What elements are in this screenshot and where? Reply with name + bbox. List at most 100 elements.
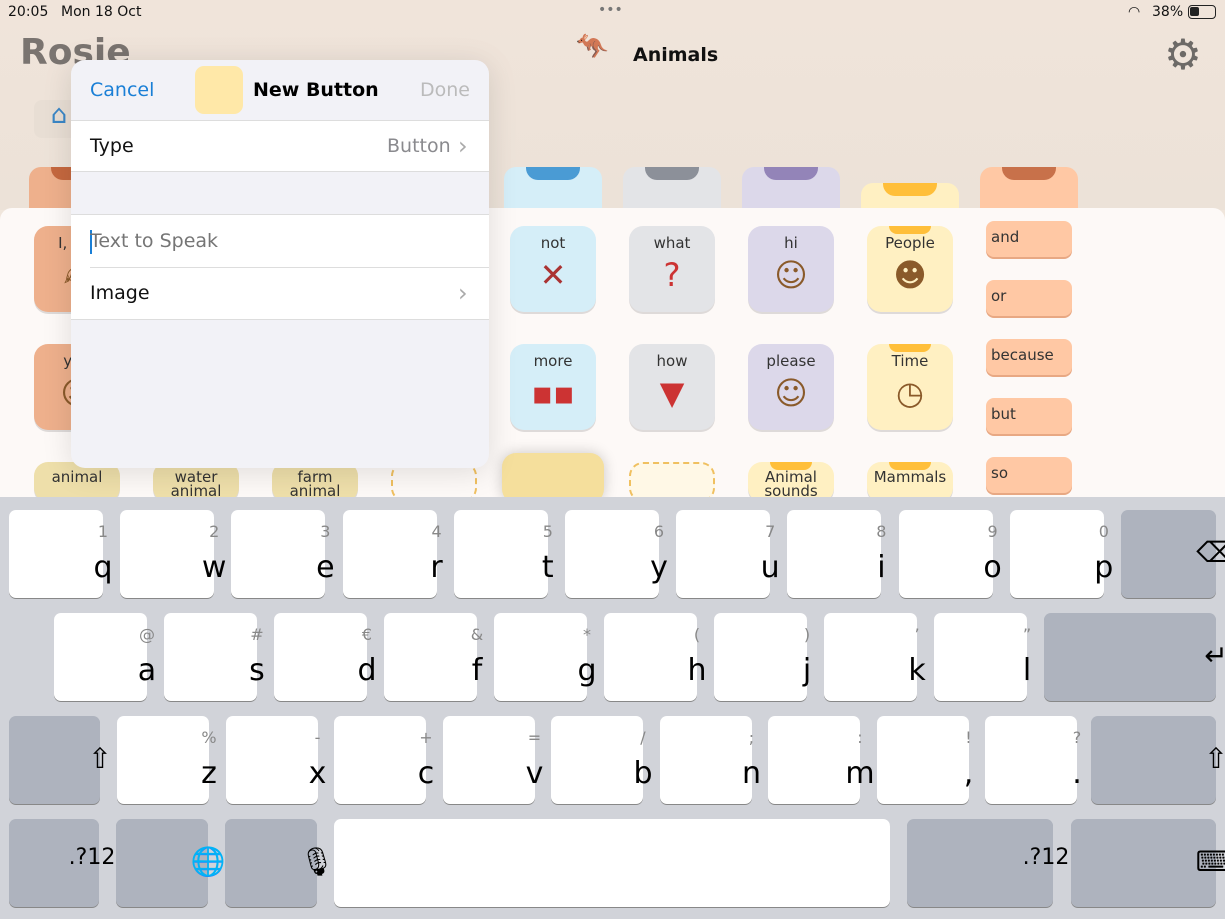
- microphone-icon[interactable]: 🎙: [225, 819, 335, 907]
- board-tile[interactable]: People ☻: [867, 226, 953, 312]
- word-button[interactable]: so: [986, 457, 1072, 493]
- board-tile[interactable]: what?: [629, 226, 715, 312]
- key-g[interactable]: * g: [494, 613, 597, 701]
- board-tile[interactable]: water animal: [153, 462, 239, 502]
- key-8[interactable]: ?.: [985, 716, 1082, 804]
- tile-label: Time: [891, 352, 929, 370]
- key-label: ⌫: [1196, 536, 1225, 569]
- key-f[interactable]: & f: [384, 613, 483, 701]
- board-tile[interactable]: farm animal: [272, 462, 358, 502]
- tab-color-marker: [526, 167, 580, 180]
- key-y[interactable]: 6y: [565, 510, 668, 598]
- tile-label: more: [533, 352, 573, 370]
- image-label: Image: [90, 282, 150, 304]
- key-d[interactable]: € d: [274, 613, 377, 701]
- board-tile[interactable]: hi ☺: [748, 226, 834, 312]
- key-label: ↵: [1204, 639, 1225, 672]
- hide-keyboard-icon[interactable]: ⌨: [1071, 819, 1225, 907]
- home-icon: ⌂: [50, 100, 68, 130]
- key-r[interactable]: 4r: [342, 510, 443, 598]
- return-key[interactable]: ↵: [1044, 613, 1225, 701]
- key-s[interactable]: # s: [164, 613, 265, 701]
- key-6[interactable]: :m: [768, 716, 875, 804]
- type-row[interactable]: Type Button ›: [71, 120, 489, 172]
- new-button-dialog: Cancel New Button Done Type Button › Ima…: [71, 60, 489, 468]
- animals-icon: 🦘: [576, 32, 609, 62]
- board-tile[interactable]: Animal sounds: [748, 462, 834, 502]
- board-tile[interactable]: not ✕: [510, 226, 596, 312]
- category-tab[interactable]: [504, 167, 602, 209]
- key-a[interactable]: @ a: [54, 613, 156, 701]
- word-button[interactable]: but: [986, 398, 1072, 434]
- board-tile[interactable]: how ▼: [629, 344, 715, 430]
- tab-color-marker: [883, 183, 937, 196]
- shift-key-right[interactable]: ⇧: [1091, 716, 1225, 804]
- numbers-key[interactable]: .?123: [9, 819, 129, 907]
- type-value: Button: [387, 135, 451, 157]
- shift-key[interactable]: ⇧: [9, 716, 112, 804]
- key-k[interactable]: ’ k: [824, 613, 926, 701]
- tile-label: please: [766, 352, 816, 370]
- backspace-key[interactable]: ⌫: [1121, 510, 1225, 598]
- gear-icon[interactable]: ⚙: [1160, 32, 1206, 78]
- folder-marker: [889, 462, 931, 470]
- split-slot[interactable]: [629, 462, 715, 502]
- tile-label: water animal: [170, 468, 222, 500]
- tile-symbol-icon: ☻: [893, 256, 927, 294]
- key-7[interactable]: !,: [876, 716, 973, 804]
- globe-icon[interactable]: 🌐: [116, 819, 225, 907]
- key-q[interactable]: 1q: [9, 510, 113, 598]
- wifi-icon: ◠: [1128, 4, 1141, 20]
- word-button[interactable]: because: [986, 339, 1072, 375]
- tab-color-marker: [764, 167, 818, 180]
- tab-color-marker: [1002, 167, 1056, 180]
- key-l[interactable]: ” l: [934, 613, 1031, 701]
- tile-symbol-icon: ?: [663, 256, 681, 294]
- text-to-speak-input[interactable]: [90, 223, 470, 259]
- done-button[interactable]: Done: [420, 79, 470, 101]
- key-t[interactable]: 5t: [453, 510, 554, 598]
- board-tile[interactable]: please ☺: [748, 344, 834, 430]
- multitask-dots[interactable]: •••: [598, 2, 623, 18]
- key-w[interactable]: 2w: [120, 510, 226, 598]
- key-2[interactable]: + c: [334, 716, 434, 804]
- key-h[interactable]: (h: [604, 613, 707, 701]
- board-tile[interactable]: Mammals: [867, 462, 953, 502]
- empty-slot[interactable]: [391, 462, 477, 502]
- board-tile[interactable]: animal: [34, 462, 120, 502]
- color-swatch[interactable]: [195, 66, 243, 114]
- category-tab[interactable]: [742, 167, 840, 209]
- tile-label: what: [653, 234, 691, 252]
- key-j[interactable]: ) j: [714, 613, 811, 701]
- board-tile[interactable]: more ▪▪: [510, 344, 596, 430]
- category-tab[interactable]: [623, 167, 721, 209]
- category-tab[interactable]: [861, 183, 959, 209]
- tile-symbol-icon: ☺: [774, 256, 808, 294]
- key-i[interactable]: 8i: [787, 510, 886, 598]
- numbers-key-right[interactable]: .?123: [907, 819, 1083, 907]
- key-1[interactable]: -x: [225, 716, 326, 804]
- key-4[interactable]: / b: [551, 716, 653, 804]
- key-0[interactable]: % z: [117, 716, 217, 804]
- folder-marker: [889, 344, 931, 352]
- key-u[interactable]: 7u: [676, 510, 780, 598]
- folder-marker: [770, 462, 812, 470]
- key-p[interactable]: 0p: [1009, 510, 1113, 598]
- word-button[interactable]: or: [986, 280, 1072, 316]
- key-3[interactable]: = v: [442, 716, 543, 804]
- tile-label: hi: [784, 234, 798, 252]
- category-tab[interactable]: [980, 167, 1078, 209]
- word-button[interactable]: and: [986, 221, 1072, 257]
- chevron-right-icon: ›: [458, 132, 468, 160]
- space-bar[interactable]: [334, 819, 890, 907]
- tile-symbol-icon: ▪▪: [531, 374, 575, 412]
- tile-label: farm animal: [289, 468, 341, 500]
- key-o[interactable]: 9o: [898, 510, 1002, 598]
- image-row[interactable]: Image ›: [71, 268, 489, 320]
- new-button-tile[interactable]: [502, 453, 604, 503]
- board-tile[interactable]: Time ◷: [867, 344, 953, 430]
- tile-label: not: [540, 234, 566, 252]
- key-e[interactable]: 3e: [231, 510, 335, 598]
- cancel-button[interactable]: Cancel: [90, 79, 154, 101]
- key-5[interactable]: ; n: [659, 716, 761, 804]
